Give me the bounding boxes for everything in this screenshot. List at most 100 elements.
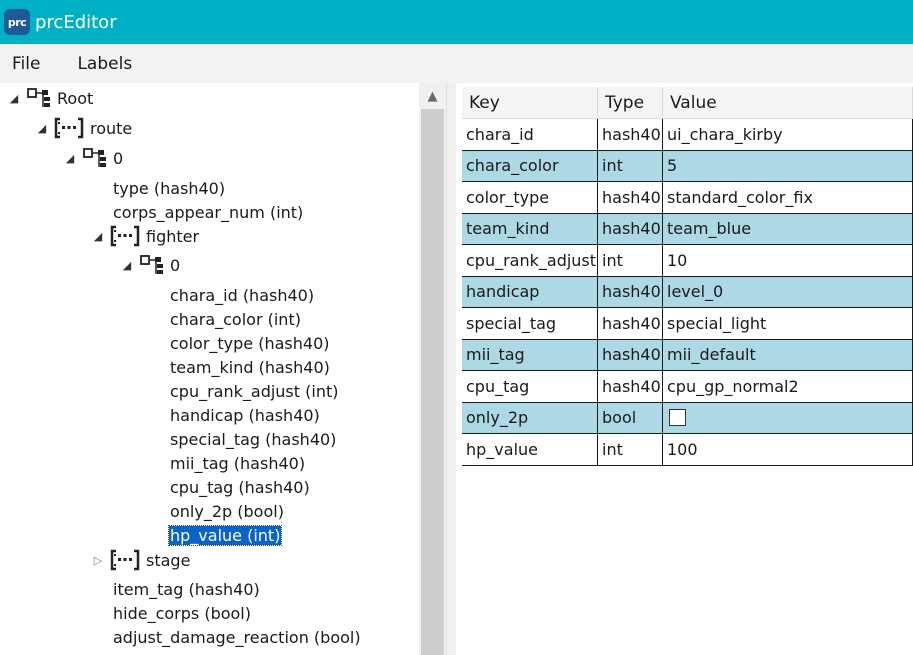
column-header-key[interactable]: Key	[462, 87, 598, 119]
cell-type: hash40	[598, 276, 663, 308]
tree-node[interactable]: corps_appear_num (int)	[112, 200, 304, 224]
collapse-arrow-icon[interactable]: ◢	[35, 122, 49, 135]
tree-node-label: corps_appear_num (int)	[113, 202, 304, 222]
grid-row[interactable]: hp_value int 100	[462, 434, 913, 466]
tree-node[interactable]: handicap (hash40)	[169, 403, 321, 427]
grid-row[interactable]: only_2p bool	[462, 402, 913, 434]
tree-node-label: chara_id (hash40)	[170, 285, 315, 305]
cell-value[interactable]: 100	[663, 434, 913, 466]
struct-icon	[139, 253, 165, 277]
tree-node[interactable]: cpu_rank_adjust (int)	[169, 379, 339, 403]
tree-node-label: cpu_tag (hash40)	[170, 477, 310, 497]
cell-value[interactable]	[663, 402, 913, 434]
param-tree[interactable]: ◢ Root ◢ route ◢ 0 type (hash40) corps_appear_n…	[0, 83, 419, 655]
tree-node-label: only_2p (bool)	[170, 501, 284, 521]
cell-key: special_tag	[462, 308, 598, 340]
tree-node[interactable]: type (hash40)	[112, 176, 226, 200]
tree-scrollbar[interactable]: ▲	[419, 83, 446, 655]
tree-node[interactable]: special_tag (hash40)	[169, 427, 337, 451]
app-icon: prc	[4, 9, 30, 35]
menu-bar: File Labels	[0, 44, 913, 83]
tree-node[interactable]: ◢ 0	[63, 146, 124, 170]
cell-type: int	[598, 245, 663, 277]
param-grid: Key Type Value chara_id hash40 ui_chara_ki…	[456, 83, 913, 655]
cell-type: hash40	[598, 119, 663, 151]
grid-row[interactable]: cpu_rank_adjust int 10	[462, 245, 913, 277]
cell-type: bool	[598, 402, 663, 434]
tree-node[interactable]: chara_color (int)	[169, 307, 302, 331]
collapse-arrow-icon[interactable]: ◢	[91, 230, 105, 243]
title-bar: prc prcEditor	[0, 0, 913, 44]
cell-value[interactable]: special_light	[663, 308, 913, 340]
cell-key: handicap	[462, 276, 598, 308]
tree-node-label: adjust_damage_reaction (bool)	[113, 627, 361, 647]
tree-node[interactable]: ◢ fighter	[91, 224, 200, 248]
grid-row[interactable]: special_tag hash40 special_light	[462, 308, 913, 340]
column-header-type[interactable]: Type	[598, 87, 663, 119]
expand-arrow-icon[interactable]: ▷	[91, 554, 105, 567]
grid-row[interactable]: cpu_tag hash40 cpu_gp_normal2	[462, 371, 913, 403]
cell-type: hash40	[598, 371, 663, 403]
cell-key: mii_tag	[462, 339, 598, 371]
tree-node-label: stage	[146, 550, 191, 570]
tree-node[interactable]: item_tag (hash40)	[112, 577, 261, 601]
tree-node[interactable]: mii_tag (hash40)	[169, 451, 306, 475]
grid-row[interactable]: chara_id hash40 ui_chara_kirby	[462, 119, 913, 151]
cell-type: int	[598, 434, 663, 466]
menu-labels[interactable]: Labels	[65, 54, 144, 74]
cell-value[interactable]: standard_color_fix	[663, 182, 913, 214]
collapse-arrow-icon[interactable]: ◢	[120, 259, 134, 272]
cell-value[interactable]: team_blue	[663, 213, 913, 245]
list-icon	[53, 116, 85, 140]
cell-value[interactable]: ui_chara_kirby	[663, 119, 913, 151]
tree-node[interactable]: adjust_damage_reaction (bool)	[112, 625, 362, 649]
list-icon	[109, 224, 141, 248]
tree-node-label: 0	[113, 148, 124, 168]
tree-node[interactable]: color_type (hash40)	[169, 331, 331, 355]
cell-value[interactable]: 5	[663, 150, 913, 182]
collapse-arrow-icon[interactable]: ◢	[7, 92, 21, 105]
only-2p-checkbox[interactable]	[669, 409, 686, 427]
collapse-arrow-icon[interactable]: ◢	[63, 152, 77, 165]
tree-node[interactable]: only_2p (bool)	[169, 499, 285, 523]
menu-file[interactable]: File	[0, 54, 52, 74]
cell-value[interactable]: mii_default	[663, 339, 913, 371]
cell-value[interactable]: 10	[663, 245, 913, 277]
tree-node-label: 0	[170, 255, 181, 275]
tree-node-label: mii_tag (hash40)	[170, 453, 306, 473]
cell-key: only_2p	[462, 402, 598, 434]
tree-node-label: color_type (hash40)	[170, 333, 330, 353]
cell-type: int	[598, 150, 663, 182]
scroll-thumb[interactable]	[421, 109, 444, 655]
cell-key: color_type	[462, 182, 598, 214]
tree-node-label: hide_corps (bool)	[113, 603, 251, 623]
column-header-value[interactable]: Value	[663, 87, 913, 119]
tree-node[interactable]: ◢ route	[35, 116, 133, 140]
tree-node[interactable]: ◢ Root	[7, 86, 94, 110]
window-title: prcEditor	[35, 11, 117, 33]
tree-node-label: route	[90, 118, 133, 138]
tree-node[interactable]: hp_value (int)	[167, 523, 283, 547]
grid-row[interactable]: color_type hash40 standard_color_fix	[462, 182, 913, 214]
scroll-up-arrow-icon[interactable]: ▲	[419, 83, 446, 109]
cell-type: hash40	[598, 182, 663, 214]
tree-node[interactable]: ▷ stage	[91, 548, 191, 572]
tree-node[interactable]: hide_corps (bool)	[112, 601, 252, 625]
tree-node-label: item_tag (hash40)	[113, 579, 260, 599]
cell-value[interactable]: cpu_gp_normal2	[663, 371, 913, 403]
tree-node[interactable]: cpu_tag (hash40)	[169, 475, 311, 499]
tree-node[interactable]: team_kind (hash40)	[169, 355, 331, 379]
tree-node-label: team_kind (hash40)	[170, 357, 330, 377]
grid-row[interactable]: handicap hash40 level_0	[462, 276, 913, 308]
cell-type: hash40	[598, 339, 663, 371]
grid-row[interactable]: mii_tag hash40 mii_default	[462, 339, 913, 371]
cell-value[interactable]: level_0	[663, 276, 913, 308]
grid-row[interactable]: team_kind hash40 team_blue	[462, 213, 913, 245]
cell-key: hp_value	[462, 434, 598, 466]
tree-node-label: special_tag (hash40)	[170, 429, 337, 449]
grid-header: Key Type Value	[462, 87, 913, 119]
tree-node[interactable]: chara_id (hash40)	[169, 283, 315, 307]
tree-node[interactable]: ◢ 0	[120, 253, 181, 277]
grid-row[interactable]: chara_color int 5	[462, 150, 913, 182]
cell-key: chara_color	[462, 150, 598, 182]
